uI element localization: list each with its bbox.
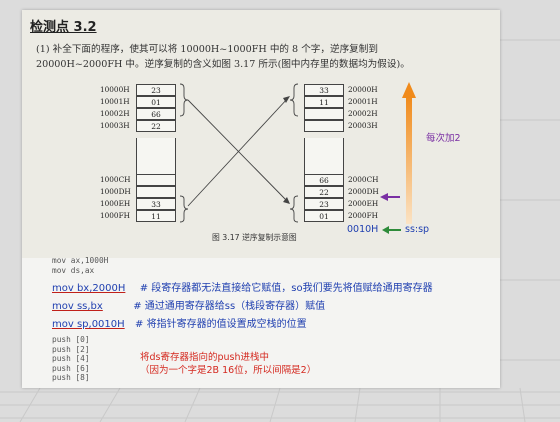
code-line: push [2] — [52, 344, 90, 354]
highlight-line-3: mov sp,0010H # 将指针寄存器的值设置成空栈的位置 — [52, 315, 307, 330]
purple-arrow-head — [380, 193, 388, 201]
highlight-instr: mov ss,bx — [52, 301, 103, 312]
code-line: push [6] — [52, 363, 90, 373]
highlight-instr: mov bx,2000H — [52, 283, 126, 294]
highlight-comment: # 通过通用寄存器给ss（栈段寄存器）赋值 — [133, 301, 326, 312]
code-block-push: push [0] push [2] push [4] push [6] push… — [52, 335, 90, 383]
code-line: mov ax,1000H — [52, 256, 109, 265]
push-note: 将ds寄存器指向的push进栈中 （因为一个字是2B 16位，所以间隔是2） — [140, 351, 316, 377]
code-line: push [0] — [52, 335, 90, 344]
orange-arrow-head — [402, 82, 416, 98]
ss-sp-annotation: ss:sp — [405, 224, 430, 235]
push-note-line-1: 将ds寄存器指向的push进栈中 — [140, 352, 270, 363]
highlight-comment: # 将指针寄存器的值设置成空栈的位置 — [135, 319, 307, 330]
code-line: push [8] — [52, 373, 90, 382]
highlight-instr: mov sp,0010H — [52, 319, 125, 330]
code-line: mov ds,ax — [52, 266, 95, 275]
highlight-line-2: mov ss,bx # 通过通用寄存器给ss（栈段寄存器）赋值 — [52, 297, 325, 312]
code-block-top: mov ax,1000H mov ds,ax — [52, 256, 108, 276]
increment-annotation: 每次加2 — [426, 133, 461, 144]
push-note-line-2: （因为一个字是2B 16位，所以间隔是2） — [140, 365, 317, 376]
slide: 检测点 3.2 (1) 补全下面的程序，使其可以将 10000H~1000FH … — [22, 10, 500, 388]
highlight-comment: # 段寄存器都无法直接给它赋值，so我们要先将值赋给通用寄存器 — [139, 283, 433, 294]
code-line: push [4] — [52, 354, 90, 363]
orange-arrow-shaft — [406, 96, 412, 224]
annotation-arrows — [380, 82, 416, 234]
highlight-line-1: mov bx,2000H # 段寄存器都无法直接给它赋值，so我们要先将值赋给通… — [52, 279, 433, 294]
green-arrow-head — [382, 226, 389, 234]
sp-offset-annotation: 0010H — [347, 224, 379, 235]
